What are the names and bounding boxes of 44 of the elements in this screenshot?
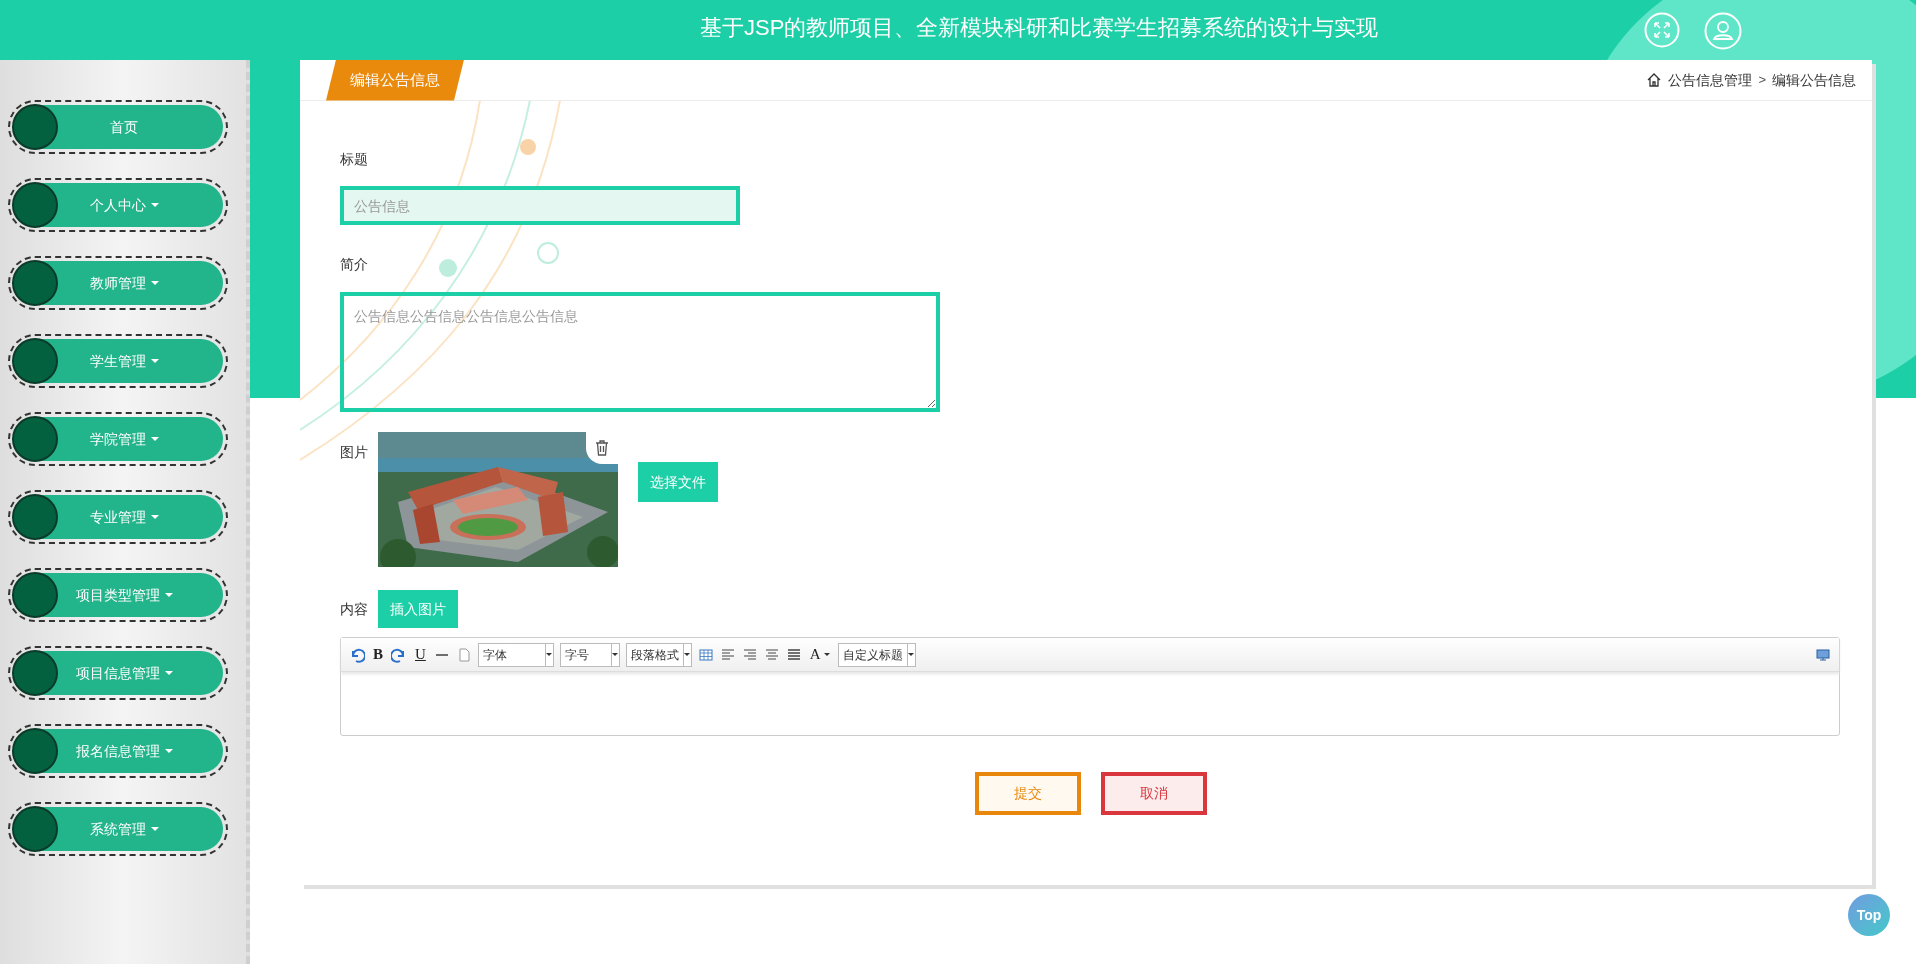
nav-item[interactable]: 系统管理 (13, 807, 223, 851)
align-right-icon[interactable] (741, 646, 758, 663)
toolbar-select[interactable]: 字号 (559, 642, 620, 667)
cancel-button[interactable]: 取消 (1101, 772, 1207, 815)
nav-item[interactable]: 学生管理 (13, 339, 223, 383)
nav-item[interactable]: 报名信息管理 (13, 729, 223, 773)
toolbar-button[interactable]: A (807, 643, 832, 666)
toolbar-button[interactable]: U (413, 643, 428, 666)
rich-text-editor[interactable]: B U 字体 字号 段落格式 A 自定义标题 (340, 637, 1840, 736)
title-input[interactable]: 公告信息 (340, 186, 740, 225)
nav-item[interactable]: 教师管理 (13, 261, 223, 305)
toolbar-button[interactable]: B (371, 643, 385, 666)
toolbar-select[interactable]: 段落格式 (625, 642, 692, 667)
monitor-icon[interactable] (1815, 646, 1831, 663)
back-to-top-button[interactable]: Top (1848, 894, 1890, 936)
field-label: 内容 (340, 599, 368, 619)
nav-item[interactable]: 学院管理 (13, 417, 223, 461)
home-icon[interactable] (1646, 72, 1663, 88)
insert-image-button[interactable]: 插入图片 (378, 590, 458, 628)
nav-item[interactable]: 专业管理 (13, 495, 223, 539)
toolbar-select[interactable]: 字体 (477, 642, 554, 667)
align-center-icon[interactable] (763, 646, 780, 663)
nav-item[interactable]: 首页 (13, 105, 223, 149)
breadcrumb-link[interactable]: 编辑公告信息 (1772, 69, 1856, 91)
page-tab[interactable]: 编辑公告信息 (326, 59, 464, 101)
field-label: 图片 (340, 443, 368, 462)
toolbar-select[interactable]: 自定义标题 (837, 642, 916, 667)
field-label: 标题 (340, 150, 369, 169)
submit-button[interactable]: 提交 (975, 772, 1081, 815)
align-left-icon[interactable] (719, 646, 736, 663)
site-title: 基于JSP的教师项目、全新模块科研和比赛学生招募系统的设计与实现 (700, 14, 1379, 42)
nav-item[interactable]: 项目类型管理 (13, 573, 223, 617)
choose-file-button[interactable]: 选择文件 (638, 462, 718, 502)
undo-icon[interactable] (349, 646, 365, 663)
field-label: 简介 (340, 255, 369, 274)
breadcrumb-link[interactable]: 公告信息管理 (1668, 69, 1753, 91)
nav-item[interactable]: 个人中心 (13, 183, 223, 227)
breadcrumb-separator: > (1758, 71, 1766, 90)
table-icon[interactable] (697, 646, 714, 663)
nav-item[interactable]: 项目信息管理 (13, 651, 223, 695)
intro-textarea[interactable]: 公告信息公告信息公告信息公告信息 (340, 292, 940, 412)
redo-icon[interactable] (391, 646, 407, 663)
justify-icon[interactable] (785, 646, 802, 663)
trash-icon (595, 440, 609, 456)
